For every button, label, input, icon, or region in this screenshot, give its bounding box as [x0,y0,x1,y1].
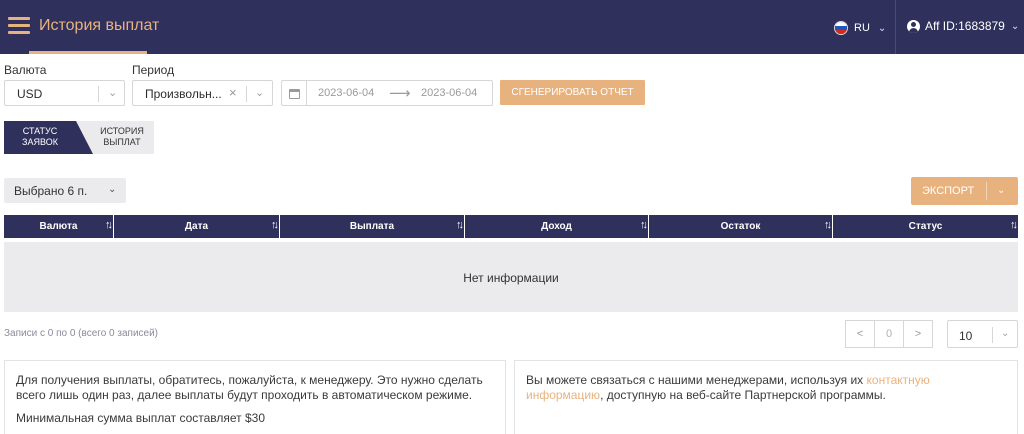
top-header: История выплат RU ⌄ Aff ID:1683879 ⌄ [0,0,1024,54]
contact-text-before: Вы можете связаться с нашими менеджерами… [526,373,867,387]
column-label: Валюта [39,221,78,232]
select-divider [246,86,247,102]
sort-icon[interactable]: ↑↓ [456,219,464,231]
records-info: Записи с 0 по 0 (всего 0 записей) [4,328,159,339]
export-button[interactable]: ЭКСПОРТ ⌄ [911,177,1018,205]
column-label: Статус [908,221,943,232]
sort-icon[interactable]: ↑↓ [824,219,832,231]
column-label: Остаток [720,221,761,232]
header-divider [895,0,896,54]
select-divider [992,327,993,343]
column-label: Доход [541,221,572,232]
calendar-icon [289,89,300,99]
chevron-down-icon[interactable]: ⌄ [997,185,1005,196]
per-page-value: 10 [959,329,973,343]
sort-icon[interactable]: ↑↓ [640,219,648,231]
column-header-balance[interactable]: Остаток ↑↓ [649,215,833,238]
export-label: ЭКСПОРТ [922,185,975,197]
column-header-currency[interactable]: Валюта ↑↓ [4,215,114,238]
title-underline [29,51,147,54]
columns-select-label: Выбрано 6 п. [14,184,88,198]
table-body: Нет информации [4,242,1018,312]
export-divider [986,182,987,200]
column-header-income[interactable]: Доход ↑↓ [465,215,649,238]
sort-icon[interactable]: ↑↓ [1010,219,1018,231]
column-label: Выплата [349,221,395,232]
menu-icon[interactable] [8,17,30,35]
empty-state: Нет информации [463,271,559,285]
column-header-status[interactable]: Статус ↑↓ [833,215,1018,238]
date-to[interactable]: 2023-06-04 [421,87,477,99]
period-select[interactable]: Произвольн... × ⌄ [132,80,273,106]
date-range-picker[interactable]: 2023-06-04 ⟶ 2023-06-04 [281,80,493,106]
contact-info-text: Вы можете связаться с нашими менеджерами… [526,373,1005,403]
tab-status-line1: СТАТУС [22,126,58,136]
date-divider [306,81,307,105]
user-icon [907,19,920,33]
table-header: Валюта ↑↓ Дата ↑↓ Выплата ↑↓ Доход ↑↓ Ос… [4,215,1018,238]
min-payout-text: Минимальная сумма выплат составляет $30 [16,411,266,425]
sort-icon[interactable]: ↑↓ [105,219,113,231]
prev-page-button[interactable]: < [845,320,875,348]
chevron-down-icon: ⌄ [255,87,265,99]
generate-report-button[interactable]: СГЕНЕРИРОВАТЬ ОТЧЕТ [500,80,645,105]
columns-select-button[interactable]: Выбрано 6 п. ⌄ [4,178,126,203]
language-selector[interactable]: RU ⌄ [834,19,886,37]
page-title: История выплат [39,17,160,34]
column-header-date[interactable]: Дата ↑↓ [114,215,280,238]
tab-history-line1: ИСТОРИЯ [100,126,144,136]
date-from[interactable]: 2023-06-04 [318,87,374,99]
currency-select[interactable]: USD ⌄ [4,80,125,106]
account-menu[interactable]: Aff ID:1683879 ⌄ [907,19,1019,33]
chevron-down-icon: ⌄ [1010,20,1020,32]
currency-value: USD [17,87,43,101]
russia-flag-icon [834,21,848,35]
per-page-select[interactable]: 10 ⌄ [947,320,1018,348]
tab-history-label: ИСТОРИЯ ВЫПЛАТ [96,126,148,148]
chevron-down-icon: ⌄ [108,87,118,99]
currency-label: Валюта [4,63,47,77]
affiliate-id: Aff ID:1683879 [925,19,1005,33]
language-label: RU [854,22,870,34]
tab-status-label: СТАТУС ЗАЯВОК [14,126,66,148]
arrow-right-icon: ⟶ [389,85,411,102]
column-header-payout[interactable]: Выплата ↑↓ [280,215,465,238]
chevron-down-icon: ⌄ [108,184,117,195]
tab-status-line2: ЗАЯВОК [22,137,58,147]
next-page-button[interactable]: > [903,320,933,348]
column-label: Дата [184,221,209,232]
period-label: Период [132,63,175,77]
payout-info-text: Для получения выплаты, обратитесь, пожал… [16,373,483,402]
chevron-down-icon: ⌄ [1001,328,1010,339]
page-number[interactable]: 0 [874,320,904,348]
chevron-down-icon: ⌄ [877,22,887,34]
contact-info-box: Вы можете связаться с нашими менеджерами… [514,360,1018,434]
sort-icon[interactable]: ↑↓ [271,219,279,231]
payout-info-box: Для получения выплаты, обратитесь, пожал… [4,360,506,434]
pagination: < 0 > [845,320,933,348]
clear-icon[interactable]: × [229,85,237,100]
tab-history-line2: ВЫПЛАТ [103,137,141,147]
select-divider [98,86,99,102]
period-value: Произвольн... [145,87,222,101]
contact-text-after: , доступную на веб-сайте Партнерской про… [600,388,886,402]
